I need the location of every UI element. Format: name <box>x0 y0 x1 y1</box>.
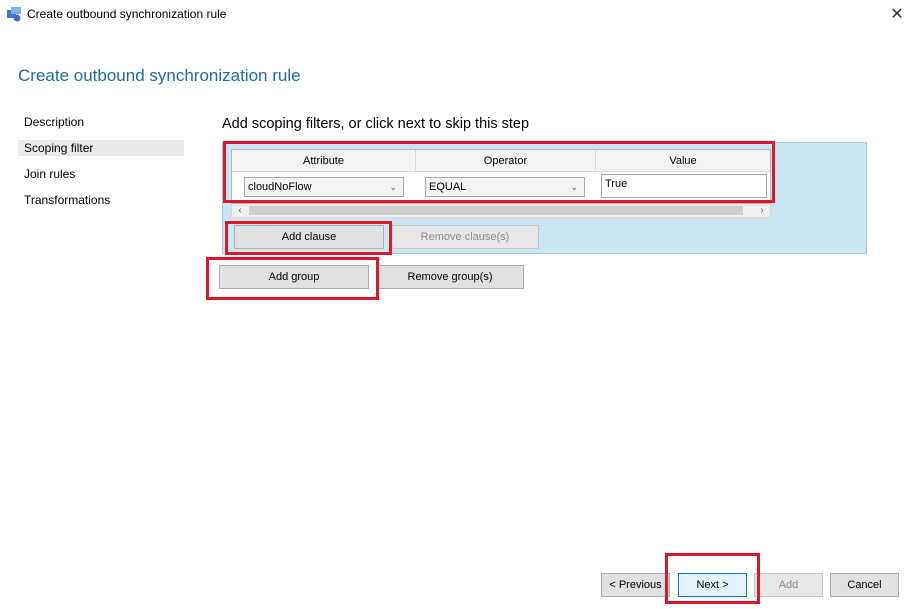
nav-item-description[interactable]: Description <box>18 114 184 130</box>
cancel-button[interactable]: Cancel <box>830 573 899 597</box>
add-group-button[interactable]: Add group <box>219 265 369 289</box>
grid-horizontal-scrollbar[interactable]: ‹ › <box>231 204 771 218</box>
title-bar: Create outbound synchronization rule ✕ <box>0 0 920 30</box>
remove-clause-button[interactable]: Remove clause(s) <box>391 225 539 249</box>
column-header-operator[interactable]: Operator <box>416 150 596 172</box>
chevron-down-icon: ⌄ <box>570 182 578 192</box>
previous-button[interactable]: < Previous <box>601 573 670 597</box>
scroll-left-icon[interactable]: ‹ <box>233 204 247 217</box>
nav-item-join-rules[interactable]: Join rules <box>18 166 184 182</box>
column-header-attribute[interactable]: Attribute <box>232 150 416 172</box>
column-header-value[interactable]: Value <box>596 150 770 172</box>
add-button[interactable]: Add <box>754 573 823 597</box>
nav-item-transformations[interactable]: Transformations <box>18 192 184 208</box>
add-clause-button[interactable]: Add clause <box>234 225 384 249</box>
attribute-value: cloudNoFlow <box>248 181 312 193</box>
value-input[interactable]: True <box>601 174 767 198</box>
next-button[interactable]: Next > <box>678 573 747 597</box>
chevron-down-icon: ⌄ <box>389 182 397 192</box>
scroll-right-icon[interactable]: › <box>755 204 769 217</box>
clause-grid: Attribute Operator Value cloudNoFlow ⌄ E… <box>231 149 771 204</box>
page-title: Create outbound synchronization rule <box>18 66 301 85</box>
sync-app-icon <box>7 7 21 22</box>
scroll-thumb[interactable] <box>249 206 743 215</box>
step-heading: Add scoping filters, or click next to sk… <box>222 116 530 132</box>
window-title: Create outbound synchronization rule <box>27 7 227 21</box>
operator-value: EQUAL <box>429 181 467 193</box>
attribute-dropdown[interactable]: cloudNoFlow ⌄ <box>244 177 404 197</box>
operator-dropdown[interactable]: EQUAL ⌄ <box>425 177 585 197</box>
nav-item-scoping-filter[interactable]: Scoping filter <box>18 140 184 156</box>
close-icon[interactable]: ✕ <box>880 2 914 26</box>
remove-group-button[interactable]: Remove group(s) <box>376 265 524 289</box>
